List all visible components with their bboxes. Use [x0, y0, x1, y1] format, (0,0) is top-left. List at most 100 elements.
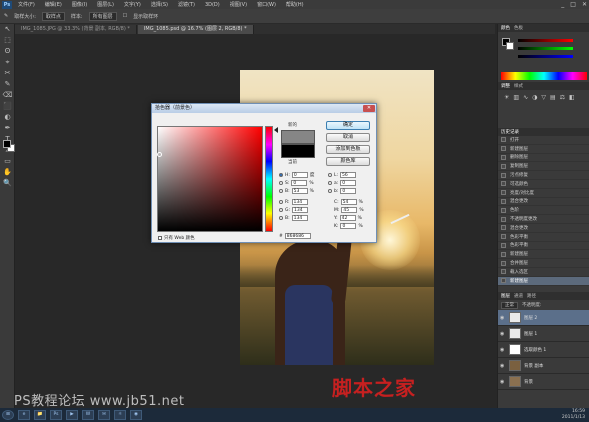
taskbar-app7[interactable]: ☼: [114, 410, 126, 420]
layer-row[interactable]: ◉ 图层 2: [498, 310, 589, 326]
color-field-cursor[interactable]: [157, 152, 162, 157]
ok-button[interactable]: 确定: [326, 121, 370, 130]
menu-select[interactable]: 选择(S): [151, 1, 168, 8]
history-item[interactable]: 载入选区: [498, 268, 589, 277]
menu-file[interactable]: 文件(F): [18, 1, 35, 8]
shape-tool-icon[interactable]: ▭: [0, 156, 15, 167]
visibility-eye-icon[interactable]: ◉: [500, 379, 506, 385]
document-tab[interactable]: IMG_1085.JPG @ 33.3% (背景 副本, RGB/8) *: [15, 25, 137, 34]
history-item[interactable]: 复制图层: [498, 162, 589, 172]
taskbar-mail[interactable]: ✉: [98, 410, 110, 420]
gradient-tool-icon[interactable]: ⬛: [0, 101, 15, 112]
layer-row[interactable]: ◉ 图层 1: [498, 326, 589, 342]
color-field[interactable]: [157, 126, 263, 232]
cancel-button[interactable]: 取消: [326, 133, 370, 142]
visibility-eye-icon[interactable]: ◉: [500, 363, 506, 369]
visibility-eye-icon[interactable]: ◉: [500, 315, 506, 321]
history-item[interactable]: 新建图层: [498, 276, 589, 286]
close-icon[interactable]: ✕: [582, 1, 587, 8]
tab-history[interactable]: 历史记录: [501, 129, 519, 135]
bw-icon[interactable]: ◧: [569, 94, 575, 101]
lab-b-radio[interactable]: [328, 189, 332, 193]
hand-tool-icon[interactable]: ✋: [0, 167, 15, 178]
exposure-icon[interactable]: ◑: [532, 94, 537, 101]
red-slider[interactable]: [518, 39, 573, 42]
sample-size-select[interactable]: 取样点: [41, 11, 65, 21]
color-spectrum-ramp[interactable]: [501, 72, 587, 80]
brightness-icon[interactable]: ☀: [504, 94, 509, 101]
add-to-swatches-button[interactable]: 添加到色板: [326, 145, 370, 154]
saturation-radio[interactable]: [279, 181, 283, 185]
visibility-eye-icon[interactable]: ◉: [500, 347, 506, 353]
tab-color[interactable]: 颜色: [501, 25, 510, 31]
taskbar-ie[interactable]: e: [18, 410, 30, 420]
history-item[interactable]: 色彩平衡: [498, 242, 589, 251]
history-item[interactable]: 污点修复: [498, 171, 589, 180]
taskbar-media[interactable]: ▶: [66, 410, 78, 420]
hue-sat-icon[interactable]: ▤: [550, 94, 556, 101]
sample-select[interactable]: 所有图层: [88, 11, 117, 21]
menu-type[interactable]: 文字(Y): [124, 1, 141, 8]
web-only-checkbox[interactable]: [158, 236, 162, 240]
green-slider[interactable]: [518, 47, 573, 50]
history-item[interactable]: 不透明度更改: [498, 215, 589, 224]
cyan-input[interactable]: 54: [340, 199, 357, 205]
lab-l-input[interactable]: 56: [340, 172, 357, 178]
layer-row[interactable]: ◉ 选取颜色 1: [498, 342, 589, 358]
vibrance-icon[interactable]: ▽: [541, 94, 546, 101]
pen-tool-icon[interactable]: ✒: [0, 123, 15, 134]
history-item[interactable]: 新建图层: [498, 145, 589, 154]
lab-b-input[interactable]: 0: [340, 188, 357, 194]
lasso-tool-icon[interactable]: ʘ: [0, 46, 15, 57]
history-item[interactable]: 混合更改: [498, 198, 589, 207]
lab-l-radio[interactable]: [328, 173, 332, 177]
minimize-icon[interactable]: _: [561, 1, 564, 8]
history-item[interactable]: 删除图层: [498, 154, 589, 163]
hue-slider-handle[interactable]: [274, 127, 278, 133]
show-ring-checkbox[interactable]: ☐: [123, 13, 127, 19]
color-balance-icon[interactable]: ⚖: [560, 94, 565, 101]
hue-slider[interactable]: [265, 126, 273, 232]
system-clock[interactable]: 16:59 2011/1/13: [562, 409, 585, 421]
history-item[interactable]: 新建图层: [498, 250, 589, 260]
hue-input[interactable]: 0: [291, 172, 308, 178]
dialog-close-button[interactable]: ✕: [363, 105, 375, 112]
green-radio[interactable]: [279, 208, 283, 212]
blue-radio[interactable]: [279, 216, 283, 220]
color-libraries-button[interactable]: 颜色库: [326, 157, 370, 166]
menu-help[interactable]: 帮助(H): [286, 1, 304, 8]
lab-a-input[interactable]: 0: [340, 180, 357, 186]
magenta-input[interactable]: 45: [341, 207, 358, 213]
start-button[interactable]: ⊞: [2, 410, 14, 420]
dodge-tool-icon[interactable]: ◐: [0, 112, 15, 123]
lab-a-radio[interactable]: [328, 181, 332, 185]
yellow-input[interactable]: 42: [339, 215, 356, 221]
history-item[interactable]: 亮度/对比度: [498, 189, 589, 198]
eyedropper-icon[interactable]: ✎: [4, 13, 8, 19]
brush-tool-icon[interactable]: ✎: [0, 79, 15, 90]
brightness-input[interactable]: 53: [291, 188, 308, 194]
crop-tool-icon[interactable]: ✂: [0, 68, 15, 79]
maximize-icon[interactable]: □: [570, 1, 576, 8]
menu-layer[interactable]: 图层(L): [97, 1, 114, 8]
eyedropper-tool-icon[interactable]: ⌖: [0, 57, 15, 68]
history-item[interactable]: 混合更改: [498, 224, 589, 233]
black-input[interactable]: 0: [340, 223, 357, 229]
tab-layers[interactable]: 图层: [501, 293, 510, 299]
taskbar-photoshop[interactable]: Ps: [50, 410, 62, 420]
taskbar-word[interactable]: W: [82, 410, 94, 420]
tab-paths[interactable]: 路径: [527, 293, 536, 299]
current-color-swatch[interactable]: [281, 144, 315, 158]
visibility-eye-icon[interactable]: ◉: [500, 331, 506, 337]
green-input[interactable]: 134: [292, 207, 309, 213]
menu-filter[interactable]: 滤镜(T): [178, 1, 195, 8]
history-item[interactable]: 色阶: [498, 206, 589, 216]
tab-swatches[interactable]: 色板: [514, 25, 523, 31]
layer-row[interactable]: ◉ 背景 副本: [498, 358, 589, 374]
move-tool-icon[interactable]: ↖: [0, 24, 15, 35]
hue-radio[interactable]: [279, 173, 283, 177]
foreground-color-swatch[interactable]: [3, 140, 11, 148]
history-item[interactable]: 可选颜色: [498, 180, 589, 189]
taskbar-app8[interactable]: ◉: [130, 410, 142, 420]
document-tab-active[interactable]: IMG_1085.psd @ 16.7% (图层 2, RGB/8) *: [137, 25, 254, 34]
